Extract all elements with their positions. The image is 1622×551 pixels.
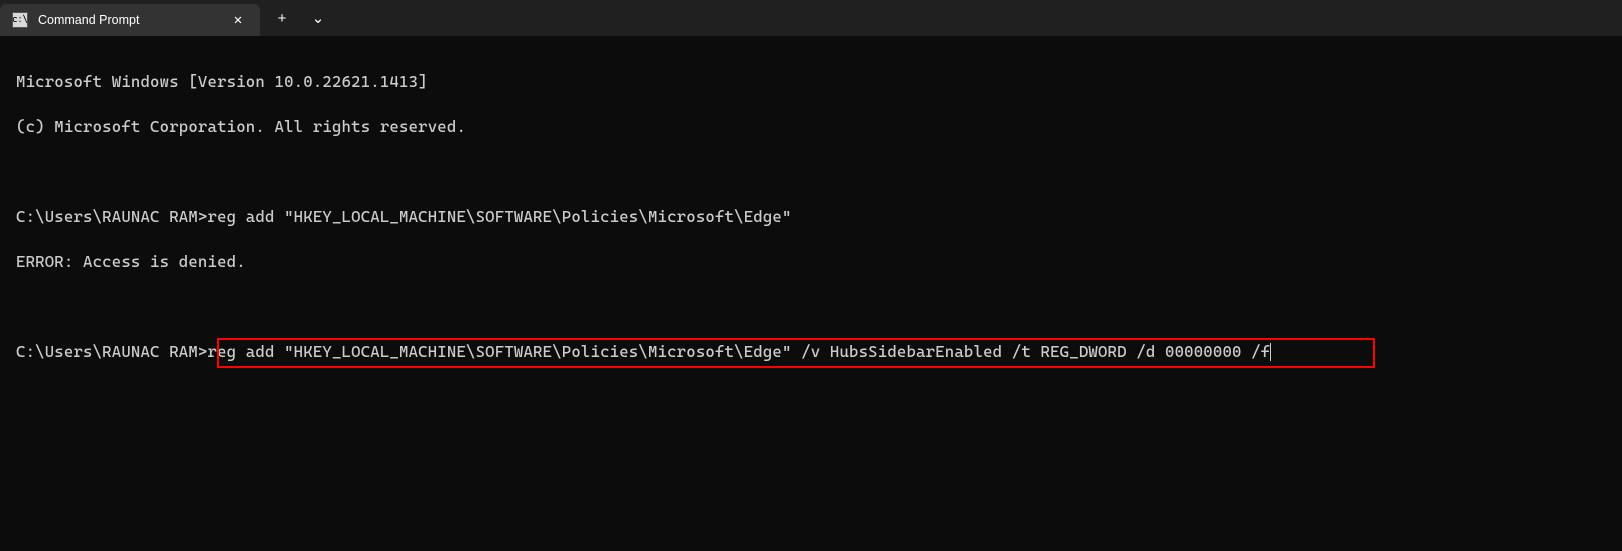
- blank-line: [16, 296, 1608, 319]
- close-tab-button[interactable]: ✕: [228, 10, 248, 30]
- prompt-line-2: C:\Users\RAUNAC RAM>reg add "HKEY_LOCAL_…: [16, 341, 1271, 364]
- blank-line: [16, 161, 1608, 184]
- prompt-line-1: C:\Users\RAUNAC RAM>reg add "HKEY_LOCAL_…: [16, 206, 1608, 229]
- title-bar: c:\ Command Prompt ✕ + ⌄: [0, 0, 1622, 36]
- tab-dropdown-button[interactable]: ⌄: [300, 0, 336, 36]
- prompt-path: C:\Users\RAUNAC RAM>: [16, 207, 208, 226]
- terminal-output[interactable]: Microsoft Windows [Version 10.0.22621.14…: [0, 36, 1622, 377]
- error-line: ERROR: Access is denied.: [16, 251, 1608, 274]
- cmd-icon: c:\: [12, 12, 28, 28]
- prompt-path: C:\Users\RAUNAC RAM>: [16, 342, 208, 361]
- tab-active[interactable]: c:\ Command Prompt ✕: [0, 4, 260, 36]
- new-tab-button[interactable]: +: [264, 0, 300, 36]
- text-cursor: [1270, 343, 1271, 361]
- prompt-command: reg add "HKEY_LOCAL_MACHINE\SOFTWARE\Pol…: [208, 207, 792, 226]
- tab-title: Command Prompt: [38, 13, 218, 27]
- prompt-command: reg add "HKEY_LOCAL_MACHINE\SOFTWARE\Pol…: [208, 342, 1271, 361]
- title-actions: + ⌄: [260, 0, 336, 36]
- copyright-line: (c) Microsoft Corporation. All rights re…: [16, 116, 1608, 139]
- version-line: Microsoft Windows [Version 10.0.22621.14…: [16, 71, 1608, 94]
